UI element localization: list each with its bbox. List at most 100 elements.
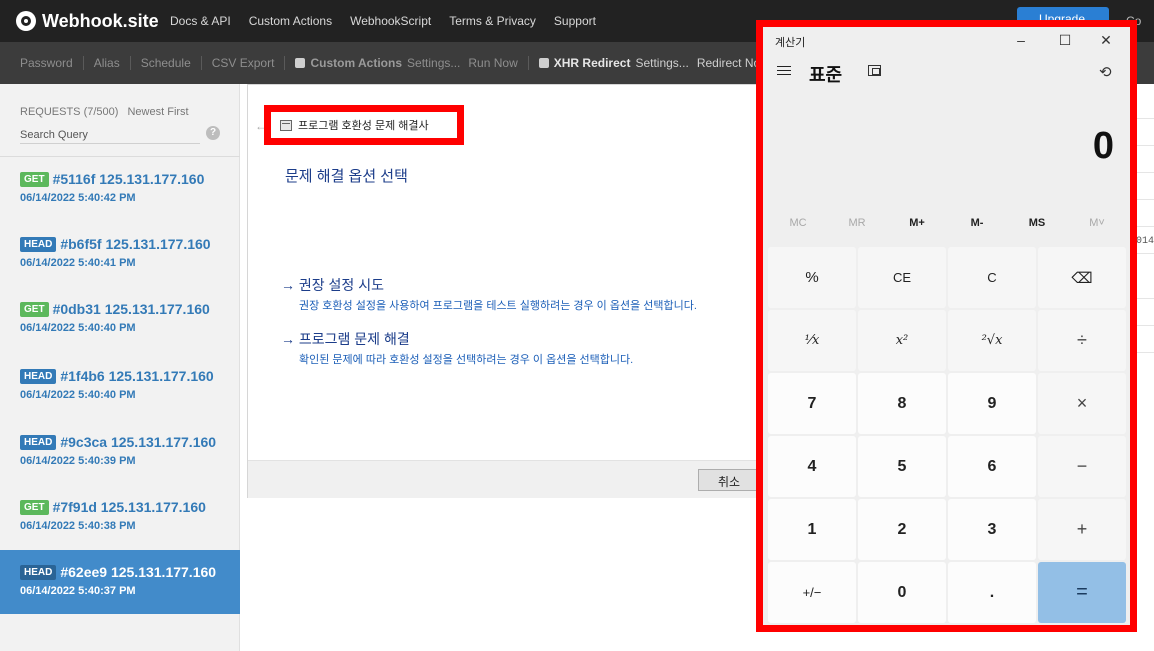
calculator-display: 0 — [1092, 125, 1114, 167]
request-date: 06/14/2022 5:40:38 PM — [20, 520, 136, 532]
request-item[interactable]: GET #5116f 125.131.177.160 06/14/2022 5:4… — [0, 157, 240, 221]
request-item[interactable]: GET #7f91d 125.131.177.160 06/14/2022 5:4… — [0, 485, 240, 549]
request-item-selected[interactable]: HEAD #62ee9 125.131.177.160 06/14/2022 5:… — [0, 550, 240, 614]
nav-links: Docs & API Custom Actions WebhookScript … — [170, 14, 596, 28]
method-badge: GET — [20, 171, 49, 187]
decimal-key[interactable]: . — [948, 562, 1036, 623]
xhr-redirect-checkbox[interactable] — [538, 58, 549, 68]
brand[interactable]: Webhook.site — [16, 10, 159, 32]
password-link[interactable]: Password — [20, 56, 73, 70]
toolbar-divider — [129, 56, 131, 70]
memory-clear-button[interactable]: MC — [768, 217, 828, 229]
digit-7-key[interactable]: 7 — [768, 373, 856, 434]
hamburger-menu-icon[interactable] — [777, 65, 793, 77]
request-item[interactable]: HEAD #1f4b6 125.131.177.160 06/14/2022 5:… — [0, 354, 240, 418]
nav-link-custom-actions[interactable]: Custom Actions — [249, 14, 332, 28]
method-badge: HEAD — [20, 564, 57, 580]
digit-6-key[interactable]: 6 — [948, 436, 1036, 497]
keep-on-top-icon[interactable] — [868, 65, 881, 76]
sort-order-toggle[interactable]: Newest First — [127, 106, 188, 118]
nav-link-webhookscript[interactable]: WebhookScript — [350, 14, 431, 28]
memory-row: MC MR M+ M- MS M˅ — [763, 217, 1130, 239]
memory-subtract-button[interactable]: M- — [947, 217, 1007, 229]
minimize-icon[interactable]: – — [1007, 30, 1035, 50]
clear-key[interactable]: C — [948, 247, 1036, 308]
csv-export-link[interactable]: CSV Export — [212, 56, 275, 70]
request-title: #7f91d 125.131.177.160 — [52, 499, 206, 515]
requests-header: REQUESTS (7/500) Newest First — [20, 106, 189, 118]
digit-3-key[interactable]: 3 — [948, 499, 1036, 560]
custom-actions-checkbox[interactable] — [295, 58, 306, 68]
request-title: #5116f 125.131.177.160 — [52, 171, 205, 187]
digit-5-key[interactable]: 5 — [858, 436, 946, 497]
memory-store-button[interactable]: MS — [1007, 217, 1067, 229]
request-item[interactable]: HEAD #9c3ca 125.131.177.160 06/14/2022 5:… — [0, 420, 240, 484]
troubleshooter-icon — [280, 119, 292, 131]
toolbar-divider — [527, 56, 529, 70]
try-recommended-settings-option[interactable]: → 권장 설정 시도 권장 호환성 설정을 사용하여 프로그램을 테스트 실행하… — [281, 275, 697, 313]
custom-actions-settings-link[interactable]: Settings... — [407, 56, 460, 70]
method-badge: GET — [20, 301, 49, 317]
memory-recall-button[interactable]: MR — [827, 217, 887, 229]
troubleshoot-program-option[interactable]: → 프로그램 문제 해결 확인된 문제에 따라 호환성 설정을 선택하려는 경우… — [281, 329, 633, 367]
request-date: 06/14/2022 5:40:41 PM — [20, 257, 136, 269]
help-icon[interactable]: ? — [206, 126, 220, 140]
request-item[interactable]: GET #0db31 125.131.177.160 06/14/2022 5:4… — [0, 287, 240, 351]
toolbar-divider — [284, 56, 286, 70]
option-description: 확인된 문제에 따라 호환성 설정을 선택하려는 경우 이 옵션을 선택합니다. — [299, 354, 634, 366]
equals-key[interactable]: = — [1038, 562, 1126, 623]
history-icon[interactable]: ⟲ — [1099, 63, 1112, 81]
digit-0-key[interactable]: 0 — [858, 562, 946, 623]
webhook-logo-icon — [16, 11, 36, 31]
calculator-mode-title: 표준 — [809, 65, 843, 85]
search-query-input[interactable] — [20, 126, 200, 144]
digit-9-key[interactable]: 9 — [948, 373, 1036, 434]
nav-link-docs[interactable]: Docs & API — [170, 14, 231, 28]
request-date: 06/14/2022 5:40:40 PM — [20, 322, 136, 334]
clear-entry-key[interactable]: CE — [858, 247, 946, 308]
digit-8-key[interactable]: 8 — [858, 373, 946, 434]
request-date: 06/14/2022 5:40:39 PM — [20, 455, 136, 467]
run-now-link[interactable]: Run Now — [468, 56, 517, 70]
requests-count: REQUESTS (7/500) — [20, 106, 119, 118]
detail-value: 014 — [1136, 236, 1154, 247]
method-badge: HEAD — [20, 368, 57, 384]
backspace-key[interactable]: ⌫ — [1038, 247, 1126, 308]
request-title: #b6f5f 125.131.177.160 — [60, 236, 211, 252]
subtract-key[interactable]: − — [1038, 436, 1126, 497]
negate-key[interactable]: +/− — [768, 562, 856, 623]
square-root-key[interactable]: ²√x — [948, 310, 1036, 371]
square-key[interactable]: x² — [858, 310, 946, 371]
calculator-titlebar[interactable]: 계산기 – ☐ ✕ — [763, 27, 1130, 53]
request-date: 06/14/2022 5:40:42 PM — [20, 192, 136, 204]
dialog-footer: 취소 — [248, 460, 768, 498]
memory-add-button[interactable]: M+ — [887, 217, 947, 229]
request-date: 06/14/2022 5:40:37 PM — [20, 585, 136, 597]
option-title: → 프로그램 문제 해결 — [281, 331, 410, 347]
add-key[interactable]: + — [1038, 499, 1126, 560]
multiply-key[interactable]: × — [1038, 373, 1126, 434]
alias-link[interactable]: Alias — [94, 56, 120, 70]
digit-1-key[interactable]: 1 — [768, 499, 856, 560]
request-date: 06/14/2022 5:40:40 PM — [20, 389, 136, 401]
maximize-icon[interactable]: ☐ — [1051, 30, 1079, 50]
custom-actions-label: Custom Actions — [310, 56, 403, 70]
divide-key[interactable]: ÷ — [1038, 310, 1126, 371]
close-icon[interactable]: ✕ — [1092, 30, 1120, 50]
method-badge: HEAD — [20, 434, 57, 450]
dialog-heading: 문제 해결 옵션 선택 — [285, 168, 408, 185]
reciprocal-key[interactable]: ¹⁄x — [768, 310, 856, 371]
schedule-link[interactable]: Schedule — [141, 56, 191, 70]
method-badge: GET — [20, 499, 49, 515]
compatibility-troubleshooter-dialog: ← 프로그램 호환성 문제 해결사 문제 해결 옵션 선택 → 권장 설정 시도… — [247, 84, 768, 498]
request-item[interactable]: HEAD #b6f5f 125.131.177.160 06/14/2022 5:… — [0, 222, 240, 286]
nav-link-terms[interactable]: Terms & Privacy — [449, 14, 536, 28]
percent-key[interactable]: % — [768, 247, 856, 308]
memory-list-button[interactable]: M˅ — [1067, 217, 1127, 229]
xhr-redirect-settings-link[interactable]: Settings... — [635, 56, 688, 70]
digit-4-key[interactable]: 4 — [768, 436, 856, 497]
nav-link-support[interactable]: Support — [554, 14, 596, 28]
digit-2-key[interactable]: 2 — [858, 499, 946, 560]
dialog-title-highlight: 프로그램 호환성 문제 해결사 — [264, 105, 464, 145]
calculator-window: 계산기 – ☐ ✕ 표준 ⟲ 0 MC MR M+ M- MS M˅ % CE … — [763, 27, 1130, 625]
